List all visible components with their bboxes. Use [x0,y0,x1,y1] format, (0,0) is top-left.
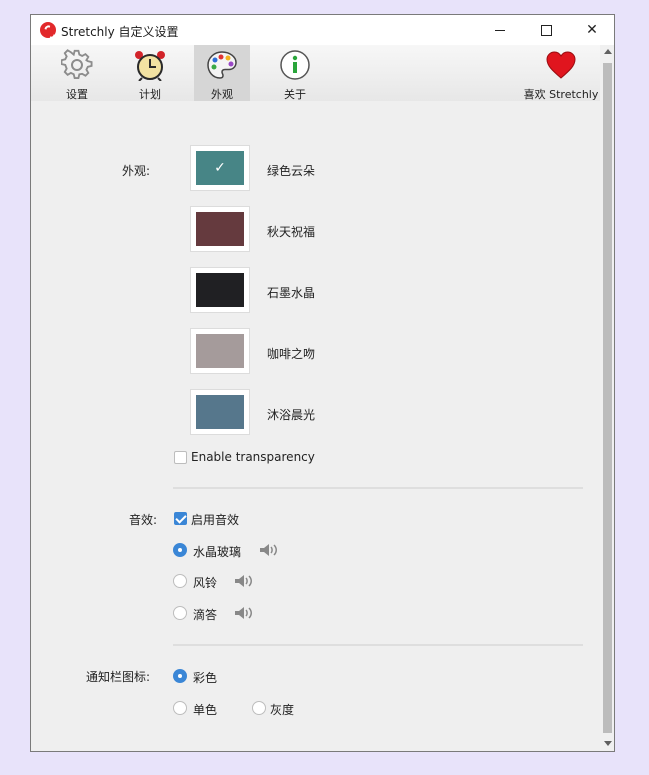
tray-icon-radio-grayscale[interactable] [252,701,266,715]
transparency-label[interactable]: Enable transparency [191,450,315,464]
enable-sound-checkbox[interactable] [174,512,187,525]
speaker-preview-icon[interactable] [259,543,279,557]
close-button[interactable]: ✕ [569,15,614,45]
tab-about-label: 关于 [284,88,306,101]
tray-icon-radio-color[interactable] [173,669,187,683]
tab-settings-label: 设置 [66,88,88,101]
tray-icon-option-label[interactable]: 灰度 [270,701,294,718]
theme-swatch-graphite-crystal[interactable] [190,267,250,313]
theme-color-box [196,334,244,368]
theme-swatch-autumn-blessing[interactable] [190,206,250,252]
sound-option-label[interactable]: 滴答 [193,606,217,623]
tray-icon-option-label[interactable]: 彩色 [193,669,217,686]
tray-icon-option-label[interactable]: 单色 [193,701,217,718]
sound-section-label: 音效: [128,513,157,527]
section-divider [173,644,583,646]
tray-icon-section-label: 通知栏图标: [85,670,150,684]
sound-option-label[interactable]: 水晶玻璃 [193,543,241,560]
theme-color-box [196,212,244,246]
tab-love-stretchly[interactable]: 喜欢 Stretchly [519,45,603,101]
tab-appearance[interactable]: 外观 [194,45,250,101]
theme-label[interactable]: 咖啡之吻 [267,345,315,362]
theme-label[interactable]: 绿色云朵 [267,162,315,179]
maximize-button[interactable] [523,15,569,45]
theme-label[interactable]: 秋天祝福 [267,223,315,240]
maximize-icon [540,24,552,36]
theme-swatch-coffee-kiss[interactable] [190,328,250,374]
sound-radio-tick[interactable] [173,606,187,620]
tab-schedule[interactable]: 计划 [122,45,178,101]
tab-schedule-label: 计划 [139,88,161,101]
toolbar: 设置 计划 外观 关于 喜欢 Stretchly [31,45,601,101]
scroll-up-arrow-icon[interactable] [604,49,612,54]
window-title: Stretchly 自定义设置 [61,25,179,39]
tab-appearance-label: 外观 [211,88,233,101]
minimize-icon [495,29,505,31]
speaker-preview-icon[interactable] [234,574,254,588]
close-icon: ✕ [586,22,598,38]
speaker-preview-icon[interactable] [234,606,254,620]
section-divider [173,487,583,489]
settings-window: Stretchly 自定义设置 ✕ 设置 计划 外观 关于 喜欢 Stretch… [30,14,615,752]
tab-love-label: 喜欢 Stretchly [523,88,599,101]
theme-label[interactable]: 沐浴晨光 [267,406,315,423]
sound-radio-crystal-glass[interactable] [173,543,187,557]
stretchly-logo-icon [40,22,56,38]
sound-radio-wind-chime[interactable] [173,574,187,588]
theme-label[interactable]: 石墨水晶 [267,284,315,301]
appearance-section-label: 外观: [121,164,150,178]
alarm-clock-icon [135,51,165,81]
scroll-down-arrow-icon[interactable] [604,741,612,746]
theme-color-box [196,273,244,307]
sound-option-label[interactable]: 风铃 [193,574,217,591]
theme-swatch-morning-light[interactable] [190,389,250,435]
heart-icon [546,51,576,79]
scrollbar-thumb[interactable] [603,63,612,733]
info-icon [280,50,310,80]
vertical-scrollbar[interactable] [600,45,614,751]
minimize-button[interactable] [477,15,523,45]
palette-icon [207,51,237,79]
appearance-panel: 外观: ✓ 绿色云朵 秋天祝福 石墨水晶 咖啡之吻 沐浴晨光 Enable tr… [31,101,600,751]
theme-color-box: ✓ [196,151,244,185]
theme-color-box [196,395,244,429]
gear-icon [61,49,93,80]
enable-sound-label[interactable]: 启用音效 [191,511,239,528]
theme-swatch-green-clouds[interactable]: ✓ [190,145,250,191]
title-bar: Stretchly 自定义设置 ✕ [31,15,614,45]
tab-settings[interactable]: 设置 [49,45,105,101]
tray-icon-radio-mono[interactable] [173,701,187,715]
transparency-checkbox[interactable] [174,451,187,464]
tab-about[interactable]: 关于 [267,45,323,101]
